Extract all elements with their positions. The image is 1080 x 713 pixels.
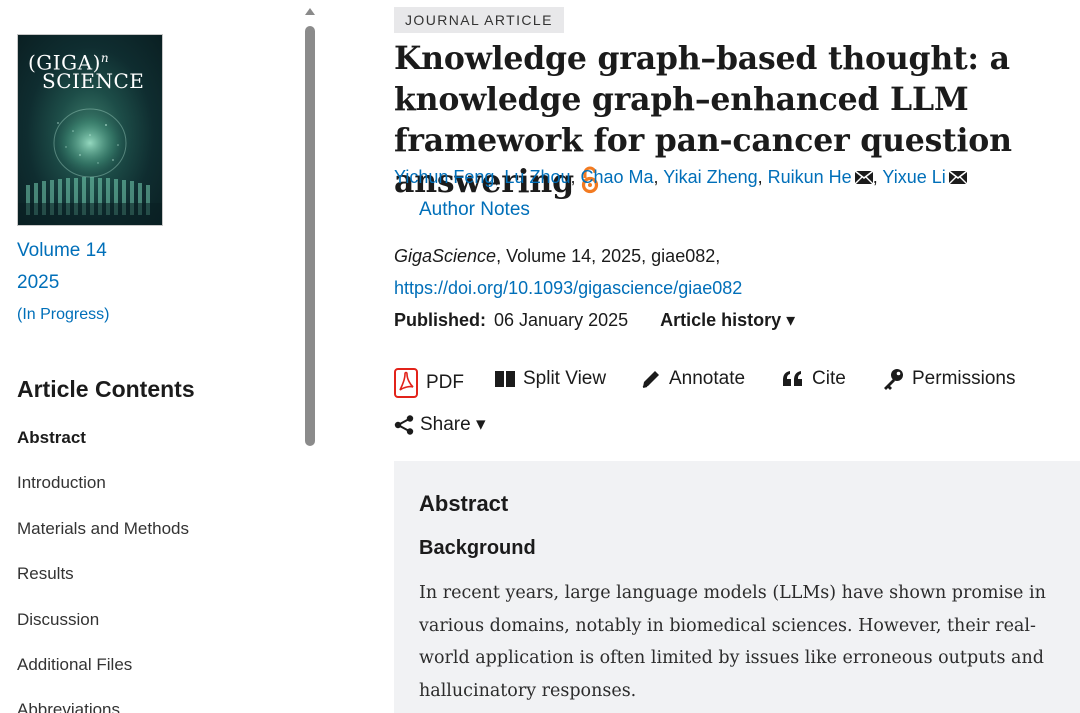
background-subheading: Background <box>419 537 536 559</box>
share-dropdown[interactable]: Share ▾ <box>394 413 486 436</box>
mail-icon[interactable] <box>948 168 968 189</box>
author-link[interactable]: Lu Zhou <box>504 167 570 187</box>
issue-status-link[interactable]: (In Progress) <box>17 306 109 324</box>
citation-details: , Volume 14, 2025, giae082, <box>496 246 721 266</box>
author-link[interactable]: Chao Ma <box>581 167 654 187</box>
published-label: Published: <box>394 310 487 330</box>
split-view-button[interactable]: Split View <box>495 368 606 390</box>
author-link[interactable]: Yikai Zheng <box>663 167 757 187</box>
author-link[interactable]: Yixue Li <box>882 167 945 187</box>
doi-link[interactable]: https://doi.org/10.1093/gigascience/giae… <box>394 278 742 299</box>
toc-item-abbreviations[interactable]: Abbreviations <box>17 700 120 713</box>
volume-link[interactable]: Volume 14 <box>17 240 107 262</box>
author-link[interactable]: Yichun Feng <box>394 167 494 187</box>
article-contents-heading: Article Contents <box>17 376 195 402</box>
toc-item-discussion[interactable]: Discussion <box>17 610 99 630</box>
journal-cover-image[interactable]: (GIGA)n SCIENCE <box>17 34 163 226</box>
author-link[interactable]: Ruikun He <box>768 167 852 187</box>
toc-item-introduction[interactable]: Introduction <box>17 473 106 493</box>
scroll-up-arrow-icon[interactable] <box>305 8 315 15</box>
cover-journal-logo: (GIGA)n SCIENCE <box>28 50 145 93</box>
pencil-icon <box>641 369 661 389</box>
article-history-dropdown[interactable]: Article history ▾ <box>660 310 795 330</box>
scrollbar-thumb[interactable] <box>305 26 315 446</box>
citation-line: GigaScience, Volume 14, 2025, giae082, <box>394 246 720 267</box>
published-date: 06 January 2025 <box>494 310 629 330</box>
pdf-icon <box>394 368 418 398</box>
toc-item-additional-files[interactable]: Additional Files <box>17 655 132 675</box>
toc-item-abstract[interactable]: Abstract <box>17 428 86 448</box>
author-list: Yichun Feng, Lu Zhou, Chao Ma, Yikai Zhe… <box>394 167 968 189</box>
pdf-button[interactable]: PDF <box>394 368 464 398</box>
published-line: Published: 06 January 2025 Article history… <box>394 310 795 331</box>
permissions-button[interactable]: Permissions <box>882 368 1015 390</box>
sidebar: (GIGA)n SCIENCE Volume 14 2025 (In Progr… <box>0 0 300 713</box>
abstract-section: Abstract Background In recent years, lar… <box>394 461 1080 713</box>
toc-item-materials-methods[interactable]: Materials and Methods <box>17 519 189 539</box>
key-icon <box>882 368 904 390</box>
sidebar-scrollbar[interactable] <box>300 0 320 713</box>
annotate-button[interactable]: Annotate <box>641 368 745 390</box>
year-link[interactable]: 2025 <box>17 272 59 294</box>
split-view-icon <box>495 371 515 387</box>
article-type-badge: JOURNAL ARTICLE <box>394 7 564 33</box>
toc-item-results[interactable]: Results <box>17 564 74 584</box>
mail-icon[interactable] <box>854 168 874 189</box>
abstract-paragraph: In recent years, large language models (… <box>419 583 1046 701</box>
cite-button[interactable]: Cite <box>782 368 846 390</box>
article-main: JOURNAL ARTICLE Knowledge graph–based th… <box>394 0 1080 713</box>
quote-icon <box>782 371 804 387</box>
author-notes-link[interactable]: Author Notes <box>419 199 530 221</box>
share-icon <box>394 414 414 435</box>
abstract-heading: Abstract <box>419 491 509 516</box>
journal-name: GigaScience <box>394 246 497 266</box>
